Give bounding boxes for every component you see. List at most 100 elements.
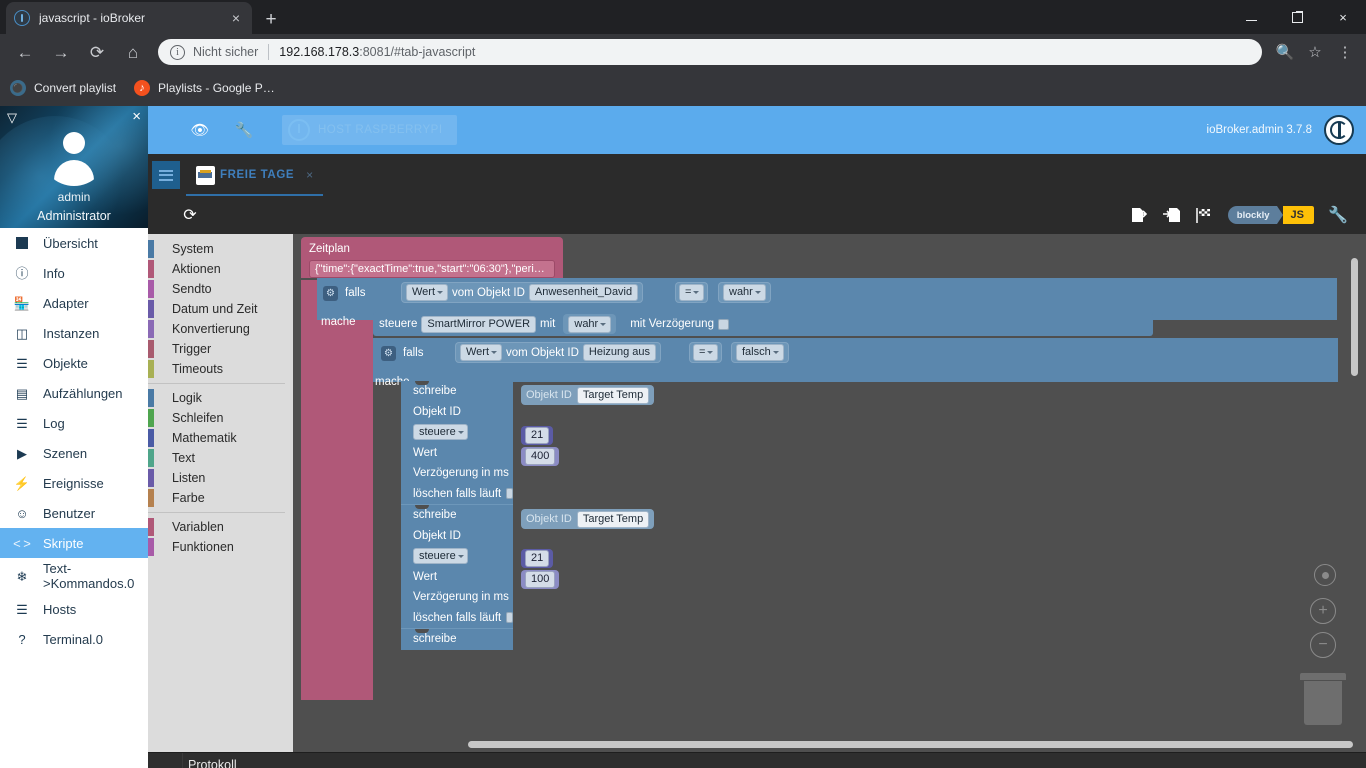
comparison-operator-block[interactable]: = (675, 282, 709, 303)
download-icon[interactable]: ↓ (156, 763, 174, 768)
comparison-operator-block-2[interactable]: = (689, 342, 723, 363)
sidebar-item-ereignisse[interactable]: ⚡ Ereignisse (0, 468, 148, 498)
toolbox-category-aktionen[interactable]: Aktionen (148, 259, 293, 279)
workspace-horizontal-scrollbar[interactable] (468, 741, 1353, 748)
center-target-icon[interactable] (1314, 564, 1336, 586)
value-dropdown[interactable]: Wert (460, 344, 503, 361)
toolbox-category-schleifen[interactable]: Schleifen (148, 408, 293, 428)
write-2-objid-block[interactable]: Objekt ID Target Temp (521, 509, 655, 529)
delay-number[interactable]: 400 (525, 448, 556, 465)
script-tab-freie-tage[interactable]: FREIE TAGE × (186, 154, 324, 196)
chrome-menu-icon[interactable]: ⋮ (1330, 37, 1360, 67)
sidebar-item-hosts[interactable]: ☰ Hosts (0, 594, 148, 624)
schedule-block[interactable]: Zeitplan {"time":{"exactTime":true,"star… (301, 237, 563, 278)
write-clear-checkbox[interactable] (506, 612, 513, 624)
export-blocks-icon[interactable] (1128, 203, 1152, 227)
toolbox-category-system[interactable]: System (148, 239, 293, 259)
search-minus-icon[interactable]: 🔍 (1270, 37, 1300, 67)
objid-value[interactable]: Target Temp (576, 510, 650, 528)
toolbox-category-text[interactable]: Text (148, 448, 293, 468)
close-icon[interactable]: × (228, 10, 244, 26)
write-1-delay-block[interactable]: 400 (521, 447, 560, 466)
condition-block-1[interactable]: Wert vom Objekt ID Anwesenheit_David (401, 282, 644, 303)
maximize-icon[interactable] (1274, 0, 1320, 34)
sidebar-item-benutzer[interactable]: ☺ Benutzer (0, 498, 148, 528)
value-number[interactable]: 21 (525, 550, 550, 567)
address-bar[interactable]: i Nicht sicher 192.168.178.3:8081/#tab-j… (158, 39, 1262, 65)
object-id-field[interactable]: Anwesenheit_David (528, 284, 639, 301)
eye-icon[interactable]: 👁 (178, 106, 222, 154)
checkered-flag-icon[interactable] (1192, 203, 1216, 227)
sidebar-item-skripte[interactable]: < > Skripte (0, 528, 148, 558)
toolbox-category-trigger[interactable]: Trigger (148, 339, 293, 359)
control-value-dropdown[interactable]: wahr (568, 315, 612, 333)
write-block-1[interactable]: schreibe Objekt ID steuere Wert Verzöger… (401, 381, 513, 504)
value-number[interactable]: 21 (525, 427, 550, 444)
write-mode-dropdown[interactable]: steuere (413, 424, 468, 441)
blockly-canvas[interactable]: Zeitplan {"time":{"exactTime":true,"star… (293, 234, 1366, 752)
hamburger-icon[interactable] (152, 161, 180, 189)
sidebar-item-log[interactable]: ☰ Log (0, 408, 148, 438)
bookmark-item[interactable]: ⚫ Convert playlist (10, 80, 116, 96)
zoom-in-button[interactable]: + (1310, 598, 1336, 624)
sidebar-item-aufzaehlungen[interactable]: ▤ Aufzählungen (0, 378, 148, 408)
window-close-icon[interactable]: × (1320, 0, 1366, 34)
minimize-icon[interactable] (1228, 0, 1274, 34)
compare-value-block-1[interactable]: wahr (718, 282, 771, 303)
condition-block-2[interactable]: Wert vom Objekt ID Heizung aus (455, 342, 662, 363)
toolbox-category-farbe[interactable]: Farbe (148, 488, 293, 508)
import-blocks-icon[interactable] (1160, 203, 1184, 227)
avatar[interactable] (41, 120, 107, 186)
toggle-js-label[interactable]: JS (1282, 206, 1314, 224)
write-2-delay-block[interactable]: 100 (521, 570, 560, 589)
control-object-id-field[interactable]: SmartMirror POWER (421, 315, 537, 333)
blockly-js-toggle[interactable]: blockly JS (1227, 206, 1314, 224)
back-icon[interactable]: ← (10, 37, 40, 67)
bookmark-star-icon[interactable]: ☆ (1300, 37, 1330, 67)
close-icon[interactable]: × (306, 169, 313, 181)
close-icon[interactable]: × (132, 109, 141, 124)
write-mode-dropdown[interactable]: steuere (413, 548, 468, 565)
operator-dropdown[interactable]: = (693, 344, 719, 361)
write-1-value-block[interactable]: 21 (521, 426, 554, 445)
collapse-icon[interactable]: ▽ (7, 111, 17, 124)
sidebar-item-instanzen[interactable]: ◫ Instanzen (0, 318, 148, 348)
write-block-stack[interactable]: schreibe Objekt ID steuere Wert Verzöger… (401, 381, 513, 650)
operator-dropdown[interactable]: = (679, 284, 705, 301)
boolean-dropdown[interactable]: falsch (736, 344, 784, 361)
control-block[interactable]: steuere SmartMirror POWER mit wahr mit V… (373, 312, 1153, 336)
wrench-icon[interactable]: 🔧 (1326, 203, 1350, 227)
workspace-vertical-scrollbar[interactable] (1351, 258, 1358, 376)
new-tab-button[interactable]: + (258, 6, 284, 32)
forward-icon[interactable]: → (46, 37, 76, 67)
boolean-dropdown[interactable]: wahr (723, 284, 766, 301)
write-block-2[interactable]: schreibe Objekt ID steuere Wert Verzöger… (401, 504, 513, 628)
zoom-out-button[interactable]: − (1310, 632, 1336, 658)
toolbox-category-funktionen[interactable]: Funktionen (148, 537, 293, 557)
object-id-field[interactable]: Heizung aus (582, 344, 657, 361)
refresh-icon[interactable]: ⟳ (176, 201, 204, 229)
toolbox-category-sendto[interactable]: Sendto (148, 279, 293, 299)
sidebar-item-adapter[interactable]: 🏪 Adapter (0, 288, 148, 318)
sidebar-item-uebersicht[interactable]: Übersicht (0, 228, 148, 258)
toolbox-category-variablen[interactable]: Variablen (148, 517, 293, 537)
write-clear-checkbox[interactable] (506, 488, 513, 500)
sidebar-item-text-kommandos[interactable]: ❄ Text->Kommandos.0 (0, 558, 148, 594)
write-2-value-block[interactable]: 21 (521, 549, 554, 568)
reload-icon[interactable]: ⟳ (82, 37, 112, 67)
info-icon[interactable]: i (170, 44, 185, 60)
host-selector[interactable]: HOST RASPBERRYPI (282, 115, 457, 145)
toggle-blockly-label[interactable]: blockly (1227, 206, 1277, 224)
sidebar-item-info[interactable]: ⓘ Info (0, 258, 148, 288)
toolbox-category-mathematik[interactable]: Mathematik (148, 428, 293, 448)
toolbox-category-listen[interactable]: Listen (148, 468, 293, 488)
toolbox-category-datum-und-zeit[interactable]: Datum und Zeit (148, 299, 293, 319)
write-block-3[interactable]: schreibe (401, 628, 513, 650)
sidebar-item-objekte[interactable]: ☰ Objekte (0, 348, 148, 378)
compare-value-block-2[interactable]: falsch (731, 342, 789, 363)
sidebar-item-szenen[interactable]: ▶ Szenen (0, 438, 148, 468)
wrench-icon[interactable]: 🔧 (222, 106, 266, 154)
home-icon[interactable]: ⌂ (118, 37, 148, 67)
sidebar-item-terminal[interactable]: ? Terminal.0 (0, 624, 148, 654)
trash-icon[interactable] (1300, 673, 1346, 729)
